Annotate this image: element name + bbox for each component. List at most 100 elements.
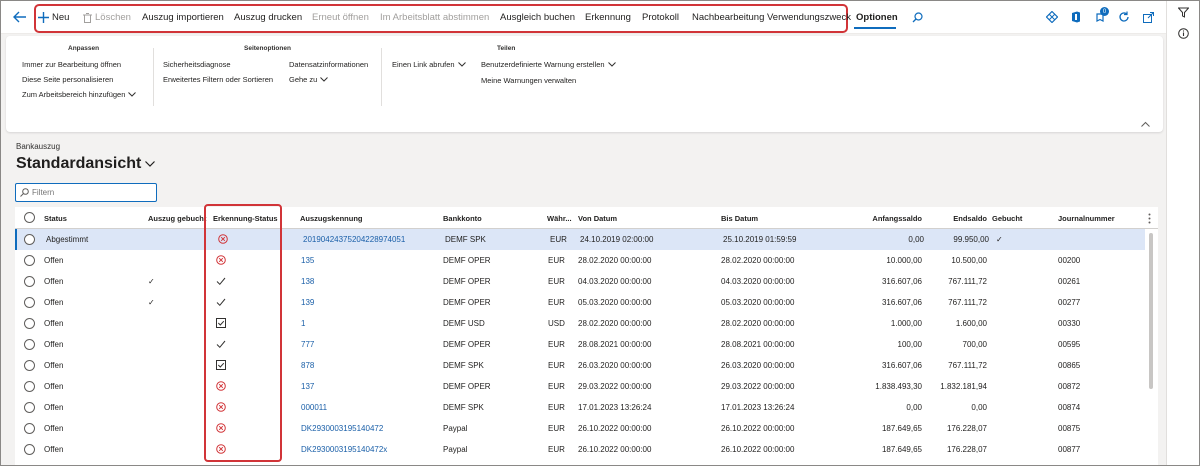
cell-statement-id[interactable]: 000011 (301, 403, 431, 412)
filter-input[interactable] (32, 188, 142, 197)
table-row[interactable]: Offen 135 DEMF OPER EUR 28.02.2020 00:00:00 2… (15, 250, 1145, 271)
select-all-radio[interactable] (24, 212, 35, 223)
cell-status: Offen (44, 319, 64, 328)
postprocess-purpose-button[interactable]: Nachbearbeitung Verwendungszweck (692, 12, 851, 23)
print-statement-button[interactable]: Auszug drucken (234, 12, 302, 23)
cell-to-date: 28.02.2020 00:00:00 (721, 319, 795, 328)
chevron-down-icon (145, 161, 156, 167)
col-posted[interactable]: Gebucht (992, 214, 1042, 223)
add-to-workspace-item[interactable]: Zum Arbeitsbereich hinzufügen (22, 90, 137, 99)
cell-statement-id[interactable]: 138 (301, 277, 431, 286)
always-open-edit-item[interactable]: Immer zur Bearbeitung öffnen (22, 60, 121, 69)
cell-statement-id[interactable]: DK2930003195140472x (301, 445, 431, 454)
cell-currency: USD (548, 319, 565, 328)
row-select-radio[interactable] (24, 318, 35, 329)
row-select-radio[interactable] (24, 360, 35, 371)
create-alert-item[interactable]: Benutzerdefinierte Warnung erstellen (481, 60, 616, 69)
tab-options[interactable]: Optionen (856, 12, 898, 23)
advanced-filter-item[interactable]: Erweitertes Filtern oder Sortieren (163, 75, 273, 84)
table-row[interactable]: Offen DK2930003195140472 Paypal EUR 26.10.20… (15, 418, 1145, 439)
office-icon[interactable] (1068, 9, 1084, 25)
cell-statement-id[interactable]: 20190424375204228974051 (303, 235, 433, 244)
back-arrow-icon[interactable] (10, 7, 30, 27)
view-selector[interactable]: Standardansicht (16, 155, 156, 173)
cell-closing-balance: 176.228,07 (946, 424, 987, 433)
table-row[interactable]: Offen ✓ 138 DEMF OPER EUR 04.03.2020 00:00:00… (15, 271, 1145, 292)
manage-alerts-item[interactable]: Meine Warnungen verwalten (481, 76, 576, 85)
row-select-radio[interactable] (24, 255, 35, 266)
chevron-up-icon[interactable] (1141, 119, 1150, 129)
notification-badge: 0 (1100, 7, 1109, 16)
scrollbar-thumb[interactable] (1149, 233, 1153, 389)
log-button[interactable]: Protokoll (642, 12, 679, 23)
row-select-radio[interactable] (24, 234, 35, 245)
row-select-radio[interactable] (24, 339, 35, 350)
info-icon[interactable] (1178, 28, 1189, 41)
cell-statement-id[interactable]: 139 (301, 298, 431, 307)
col-to-date[interactable]: Bis Datum (721, 214, 841, 223)
cell-statement-id[interactable]: 777 (301, 340, 431, 349)
more-vertical-icon[interactable] (1148, 213, 1151, 226)
record-info-item[interactable]: Datensatzinformationen (289, 60, 368, 69)
filter-funnel-icon[interactable] (1177, 7, 1190, 20)
filter-box[interactable] (15, 183, 157, 202)
active-tab-indicator (854, 27, 896, 29)
row-select-radio[interactable] (24, 423, 35, 434)
table-row[interactable]: Offen DK2930003195140472x Paypal EUR 26.10.2… (15, 439, 1145, 460)
table-row[interactable]: Abgestimmt 20190424375204228974051 DEMF SP… (15, 229, 1145, 250)
cell-bank-account: DEMF OPER (443, 340, 491, 349)
col-statement-id[interactable]: Auszugskennung (300, 214, 420, 223)
security-diagnostics-label: Sicherheitsdiagnose (163, 60, 231, 69)
row-select-radio[interactable] (24, 381, 35, 392)
personalize-page-item[interactable]: Diese Seite personalisieren (22, 75, 113, 84)
cell-statement-id[interactable]: 137 (301, 382, 431, 391)
col-currency[interactable]: Währ... (547, 214, 575, 223)
go-to-item[interactable]: Gehe zu (289, 75, 329, 84)
cell-statement-id[interactable]: 1 (301, 319, 431, 328)
cell-bank-account: DEMF OPER (443, 277, 491, 286)
cell-currency: EUR (548, 340, 565, 349)
cell-statement-id[interactable]: 135 (301, 256, 431, 265)
popout-icon[interactable] (1140, 9, 1156, 25)
cell-bank-account: DEMF SPK (443, 403, 484, 412)
table-row[interactable]: Offen 000011 DEMF SPK EUR 17.01.2023 13:26:2… (15, 397, 1145, 418)
group-title-anpassen: Anpassen (68, 45, 100, 52)
table-row[interactable]: Offen ✓ 139 DEMF OPER EUR 05.03.2020 00:00:00… (15, 292, 1145, 313)
recognition-button[interactable]: Erkennung (585, 12, 631, 23)
table-row[interactable]: Offen 137 DEMF OPER EUR 29.03.2022 00:00:00 2… (15, 376, 1145, 397)
cell-status: Offen (44, 403, 64, 412)
col-closing-balance[interactable]: Endsaldo (930, 214, 987, 223)
cell-opening-balance: 316.607,06 (881, 361, 922, 370)
post-settlement-button[interactable]: Ausgleich buchen (500, 12, 575, 23)
refresh-icon[interactable] (1116, 9, 1132, 25)
col-journal-number[interactable]: Journalnummer (1058, 214, 1138, 223)
delete-button[interactable]: Löschen (83, 12, 131, 23)
reconcile-worksheet-button[interactable]: Im Arbeitsblatt abstimmen (380, 12, 489, 23)
col-opening-balance[interactable]: Anfangssaldo (845, 214, 922, 223)
get-link-item[interactable]: Einen Link abrufen (392, 60, 466, 69)
import-statement-button[interactable]: Auszug importieren (142, 12, 224, 23)
search-icon[interactable] (909, 9, 925, 25)
row-select-radio[interactable] (24, 402, 35, 413)
col-booked[interactable]: Auszug gebucht (148, 214, 208, 223)
row-select-radio[interactable] (24, 444, 35, 455)
table-row[interactable]: Offen 777 DEMF OPER EUR 28.08.2021 00:00:00 2… (15, 334, 1145, 355)
table-row[interactable]: Offen 1 DEMF USD USD 28.02.2020 00:00:00 28.0… (15, 313, 1145, 334)
security-diagnostics-item[interactable]: Sicherheitsdiagnose (163, 60, 231, 69)
row-select-radio[interactable] (24, 297, 35, 308)
diamond-icon[interactable] (1044, 9, 1060, 25)
col-bank-account[interactable]: Bankkonto (443, 214, 523, 223)
cell-statement-id[interactable]: DK2930003195140472 (301, 424, 431, 433)
options-label: Optionen (856, 12, 898, 23)
new-button[interactable]: Neu (38, 12, 69, 23)
col-from-date[interactable]: Von Datum (578, 214, 698, 223)
reopen-button[interactable]: Erneut öffnen (312, 12, 369, 23)
print-statement-label: Auszug drucken (234, 12, 303, 23)
col-status[interactable]: Status (44, 214, 124, 223)
cell-currency: EUR (548, 424, 565, 433)
row-select-radio[interactable] (24, 276, 35, 287)
grid-header: Status Auszug gebucht Erkennung-Status A… (15, 207, 1158, 229)
chevron-down-icon (607, 62, 616, 67)
cell-statement-id[interactable]: 878 (301, 361, 431, 370)
table-row[interactable]: Offen 878 DEMF SPK EUR 26.03.2020 00:00:00 26… (15, 355, 1145, 376)
